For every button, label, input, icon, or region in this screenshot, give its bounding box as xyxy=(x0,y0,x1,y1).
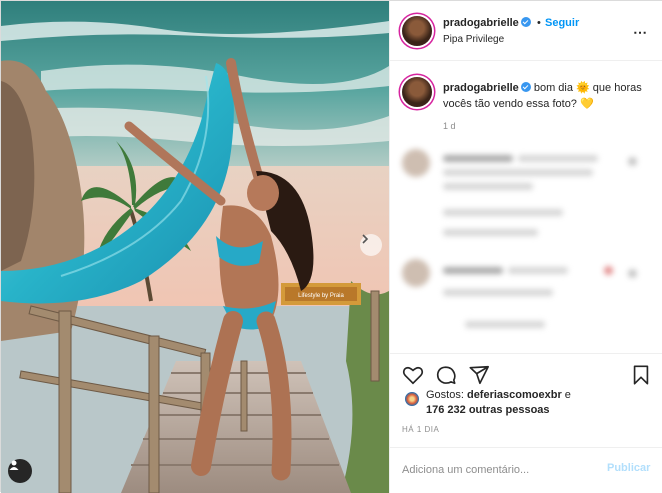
author-username[interactable]: pradogabrielle xyxy=(443,17,531,29)
separator-dot: • xyxy=(537,17,541,29)
avatar xyxy=(402,259,430,287)
heart-icon[interactable] xyxy=(402,364,424,386)
next-photo-button[interactable] xyxy=(360,234,382,256)
comments-list xyxy=(390,141,662,351)
post-photo[interactable]: Lifestyle by Praia xyxy=(1,1,389,493)
follow-button[interactable]: Seguir xyxy=(545,17,579,29)
next-arrow-icon xyxy=(362,234,369,244)
verified-icon xyxy=(520,17,531,27)
publish-button[interactable]: Publicar xyxy=(607,462,650,474)
post-dialog: Lifestyle by Praia pradogabrielle • Segu… xyxy=(0,0,662,493)
liker-avatar[interactable] xyxy=(404,391,420,407)
avatar xyxy=(402,149,430,177)
list-item xyxy=(390,317,662,347)
post-side-panel: pradogabrielle • Seguir Pipa Privilege ⋯… xyxy=(389,1,662,493)
post-caption: pradogabrielle bom dia 🌞 que horas vocês… xyxy=(390,71,662,131)
tag-person-icon xyxy=(9,460,19,470)
post-actions xyxy=(390,353,662,393)
more-options-icon[interactable]: ⋯ xyxy=(633,24,648,41)
bookmark-icon[interactable] xyxy=(630,364,652,386)
likes-joiner: e xyxy=(561,389,571,401)
photo-illustration: Lifestyle by Praia xyxy=(1,1,389,493)
comment-composer: Publicar xyxy=(390,447,662,493)
comment-icon[interactable] xyxy=(435,364,457,386)
post-header: pradogabrielle • Seguir Pipa Privilege ⋯ xyxy=(390,1,662,61)
list-item xyxy=(390,259,662,319)
caption-avatar[interactable] xyxy=(402,77,432,107)
author-username-text[interactable]: pradogabrielle xyxy=(443,17,519,29)
post-timestamp[interactable]: HÁ 1 DIA xyxy=(402,425,439,434)
verified-icon xyxy=(520,82,531,92)
liker-username[interactable]: deferiascomoexbr xyxy=(467,389,562,401)
list-item xyxy=(390,149,662,209)
beach-sign-text: Lifestyle by Praia xyxy=(298,293,344,299)
caption-username[interactable]: pradogabrielle xyxy=(443,82,519,94)
likes-summary: Gostos: deferiascomoexbr e 176 232 outra… xyxy=(402,389,652,421)
caption-text-block: pradogabrielle bom dia 🌞 que horas vocês… xyxy=(443,80,643,112)
likes-count[interactable]: 176 232 outras pessoas xyxy=(426,404,550,416)
likes-line-1: Gostos: deferiascomoexbr e xyxy=(426,389,571,401)
tag-person-button[interactable] xyxy=(8,459,32,483)
list-item xyxy=(390,201,662,241)
share-icon[interactable] xyxy=(468,364,490,386)
author-avatar[interactable] xyxy=(402,16,432,46)
caption-timestamp: 1 d xyxy=(443,121,456,131)
post-location[interactable]: Pipa Privilege xyxy=(443,34,504,45)
comment-input[interactable] xyxy=(402,462,602,478)
likes-prefix: Gostos: xyxy=(426,389,467,401)
